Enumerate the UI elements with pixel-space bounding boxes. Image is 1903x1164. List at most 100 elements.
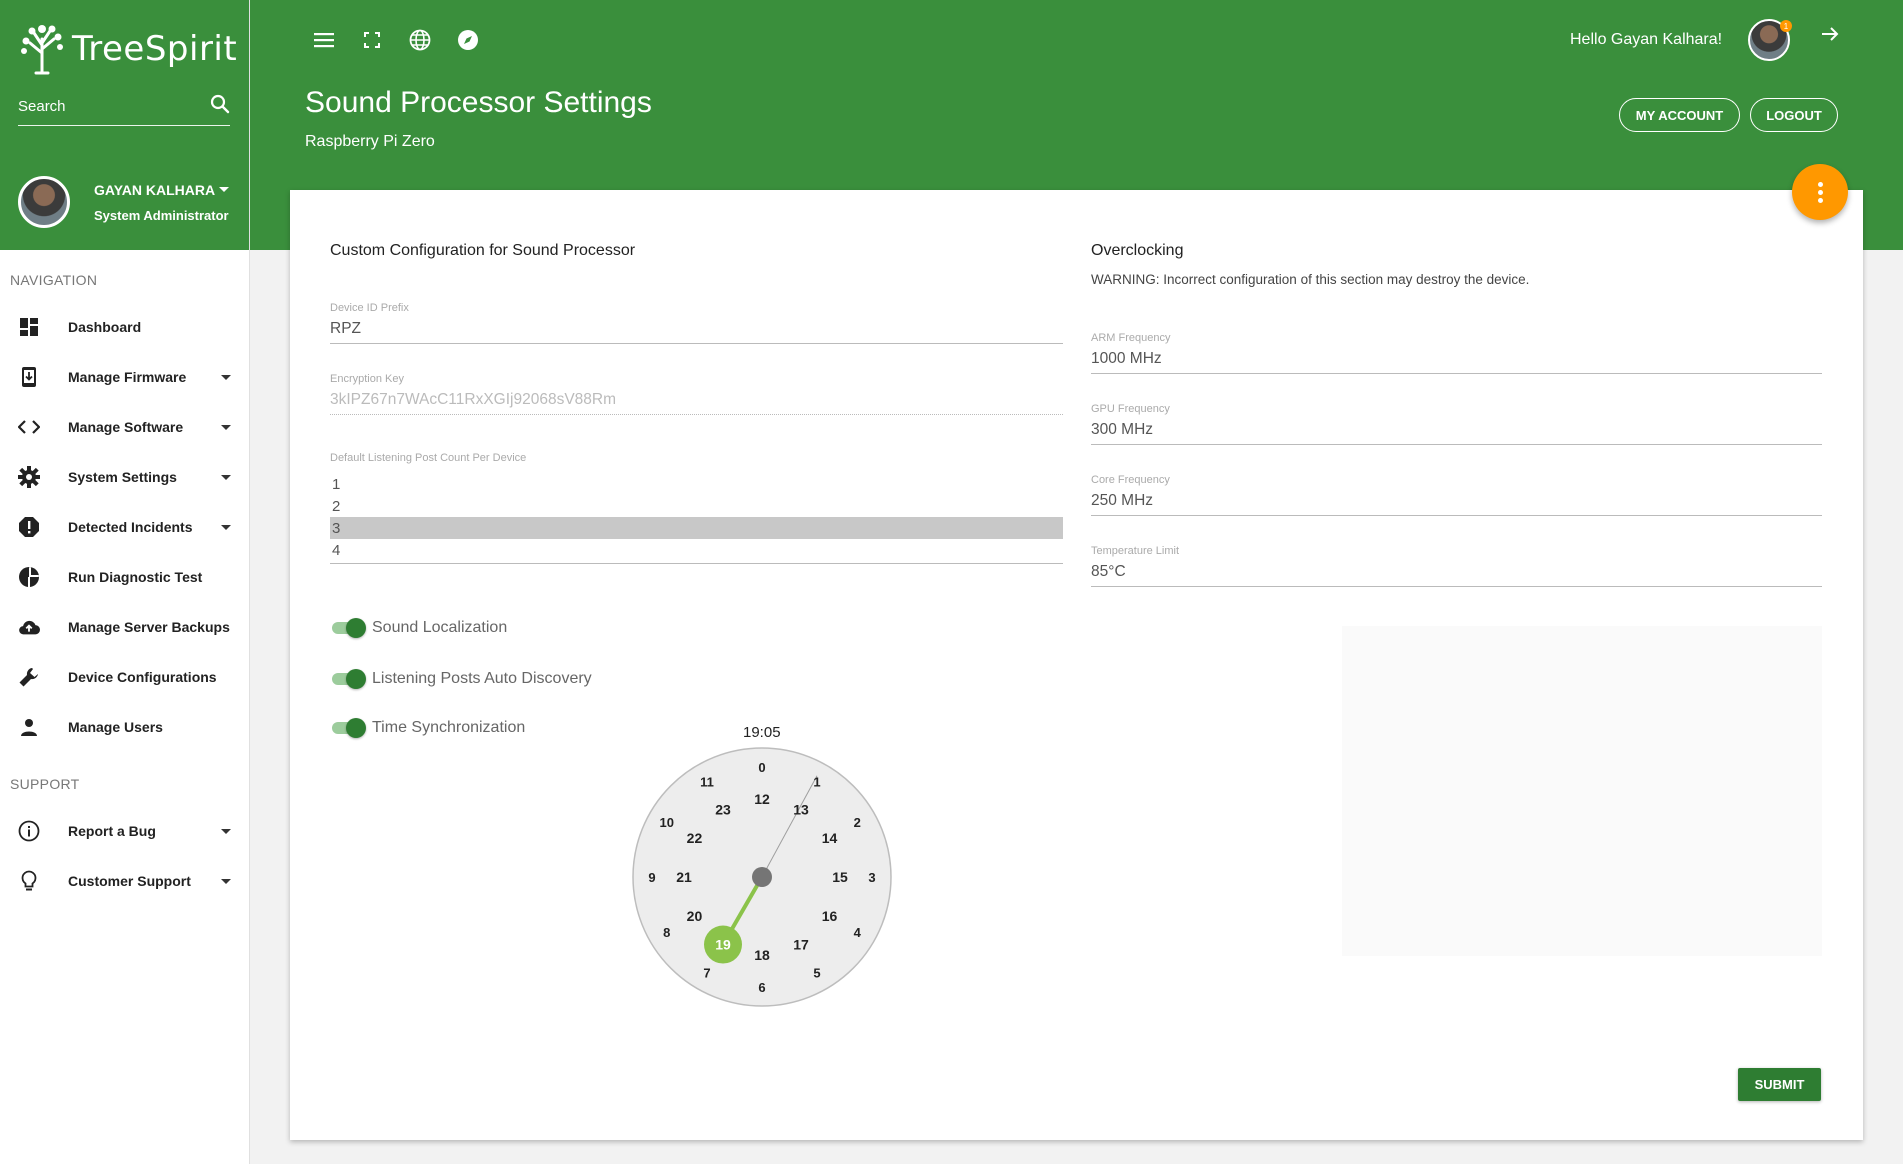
sidebar-item-label: Manage Server Backups [68, 619, 230, 635]
clock-hour-label[interactable]: 18 [754, 947, 770, 963]
brand-logo[interactable]: TreeSpirit [18, 19, 237, 80]
time-sync-toggle[interactable]: Time Synchronization [330, 718, 525, 738]
greeting: Hello Gayan Kalhara! [1570, 31, 1723, 48]
sidebar-item-dashboard[interactable]: Dashboard [0, 302, 249, 352]
clock-hour-label[interactable]: 16 [822, 908, 838, 924]
section-title: Overclocking [1091, 242, 1184, 259]
sidebar-item-label: Customer Support [68, 873, 191, 889]
field-label: Encryption Key [330, 373, 404, 385]
field-label: ARM Frequency [1091, 332, 1171, 344]
info-icon [18, 820, 40, 842]
clock-hour-label[interactable]: 5 [813, 965, 820, 980]
field-label: Temperature Limit [1091, 545, 1180, 557]
sidebar-item-label: System Settings [68, 469, 177, 485]
clock-hour-label[interactable]: 14 [822, 830, 838, 846]
more-vert-icon [1817, 181, 1823, 203]
sidebar-item-label: Manage Software [68, 419, 184, 435]
clock-hour-label[interactable]: 4 [854, 925, 862, 940]
wrench-icon [18, 666, 40, 688]
core-frequency-field: Core Frequency [1091, 474, 1822, 516]
clock-hour-label[interactable]: 10 [660, 815, 674, 830]
arm-frequency-input[interactable] [1091, 344, 1822, 374]
sidebar-item-label: Run Diagnostic Test [68, 569, 203, 585]
sidebar-item-detected-incidents[interactable]: Detected Incidents [0, 502, 249, 552]
sidebar-item-manage-users[interactable]: Manage Users [0, 702, 249, 752]
avatar[interactable] [18, 176, 70, 228]
sidebar-search [18, 94, 230, 126]
clock-hour-label[interactable]: 11 [700, 775, 714, 790]
toggle-switch[interactable] [330, 718, 366, 738]
menu-icon[interactable] [310, 26, 338, 54]
clock-hour-label[interactable]: 2 [854, 815, 861, 830]
chevron-down-icon [221, 375, 231, 380]
clock-hour-label[interactable]: 6 [758, 980, 765, 995]
dashboard-icon [18, 316, 40, 338]
sidebar-item-manage-firmware[interactable]: Manage Firmware [0, 352, 249, 402]
time-picker-clock[interactable]: 01234567891011121314151617181920212223 [631, 746, 893, 1008]
core-frequency-input[interactable] [1091, 486, 1822, 516]
clock-hour-label[interactable]: 17 [793, 937, 809, 953]
clock-hour-label[interactable]: 8 [663, 925, 670, 940]
sidebar-item-device-configurations[interactable]: Device Configurations [0, 652, 249, 702]
sidebar-item-manage-server-backups[interactable]: Manage Server Backups [0, 602, 249, 652]
clock-hour-label[interactable]: 22 [687, 830, 703, 846]
gpu-frequency-field: GPU Frequency [1091, 403, 1822, 445]
clock-hour-label[interactable]: 9 [648, 870, 655, 885]
pie-chart-icon [18, 566, 40, 588]
sidebar-user: GAYAN KALHARA System Administrator [18, 176, 231, 228]
sound-localization-toggle[interactable]: Sound Localization [330, 618, 507, 638]
arrow-right-icon[interactable] [1820, 24, 1840, 49]
clock-hour-label[interactable]: 19 [715, 937, 731, 953]
sidebar-item-report-a-bug[interactable]: Report a Bug [0, 806, 249, 856]
chevron-down-icon [221, 525, 231, 530]
clock-hour-label[interactable]: 21 [676, 869, 692, 885]
toggle-label: Time Synchronization [372, 719, 526, 736]
logout-button[interactable]: LOGOUT [1750, 98, 1838, 132]
compass-icon[interactable] [454, 26, 482, 54]
toggle-label: Sound Localization [372, 619, 508, 636]
listening-post-count-select[interactable]: 1 2 3 4 [330, 473, 1063, 564]
select-option[interactable]: 2 [330, 495, 1063, 517]
clock-hour-label[interactable]: 1 [813, 775, 820, 790]
select-option-selected[interactable]: 3 [330, 517, 1063, 539]
clock-hour-label[interactable]: 15 [832, 869, 848, 885]
more-actions-button[interactable] [1792, 164, 1848, 220]
sidebar-item-run-diagnostic-test[interactable]: Run Diagnostic Test [0, 552, 249, 602]
clock-hour-label[interactable]: 23 [715, 801, 731, 817]
notification-badge[interactable]: 1 [1780, 20, 1792, 32]
nav-section-heading: NAVIGATION [10, 272, 98, 288]
search-icon[interactable] [210, 94, 230, 119]
fullscreen-icon[interactable] [358, 26, 386, 54]
sidebar-item-label: Manage Users [68, 719, 163, 735]
clock-hour-label[interactable]: 12 [754, 791, 770, 807]
select-option[interactable]: 1 [330, 473, 1063, 495]
page-subtitle: Raspberry Pi Zero [305, 133, 435, 150]
my-account-button[interactable]: MY ACCOUNT [1619, 98, 1740, 132]
gpu-frequency-input[interactable] [1091, 415, 1822, 445]
alert-icon [18, 516, 40, 538]
globe-icon[interactable] [406, 26, 434, 54]
clock-hour-label[interactable]: 3 [868, 870, 875, 885]
temperature-limit-input[interactable] [1091, 557, 1822, 587]
code-icon [18, 416, 40, 438]
chevron-down-icon [221, 829, 231, 834]
clock-hour-label[interactable]: 13 [793, 801, 809, 817]
field-label: Core Frequency [1091, 474, 1170, 486]
sidebar-item-customer-support[interactable]: Customer Support [0, 856, 249, 906]
submit-button[interactable]: SUBMIT [1738, 1068, 1821, 1101]
toggle-switch[interactable] [330, 618, 366, 638]
sidebar-item-manage-software[interactable]: Manage Software [0, 402, 249, 452]
sidebar-item-system-settings[interactable]: System Settings [0, 452, 249, 502]
device-id-prefix-input[interactable] [330, 314, 1063, 344]
clock-hour-label[interactable]: 20 [687, 908, 703, 924]
tree-logo-icon [18, 19, 66, 80]
auto-discovery-toggle[interactable]: Listening Posts Auto Discovery [330, 669, 592, 689]
clock-hour-label[interactable]: 7 [703, 965, 710, 980]
toggle-switch[interactable] [330, 669, 366, 689]
search-input[interactable] [18, 98, 188, 115]
support-section-heading: SUPPORT [10, 776, 80, 792]
user-role: System Administrator [94, 207, 229, 223]
clock-hour-label[interactable]: 0 [758, 760, 765, 775]
user-menu-toggle[interactable]: GAYAN KALHARA [94, 182, 230, 198]
select-option[interactable]: 4 [330, 539, 1063, 561]
